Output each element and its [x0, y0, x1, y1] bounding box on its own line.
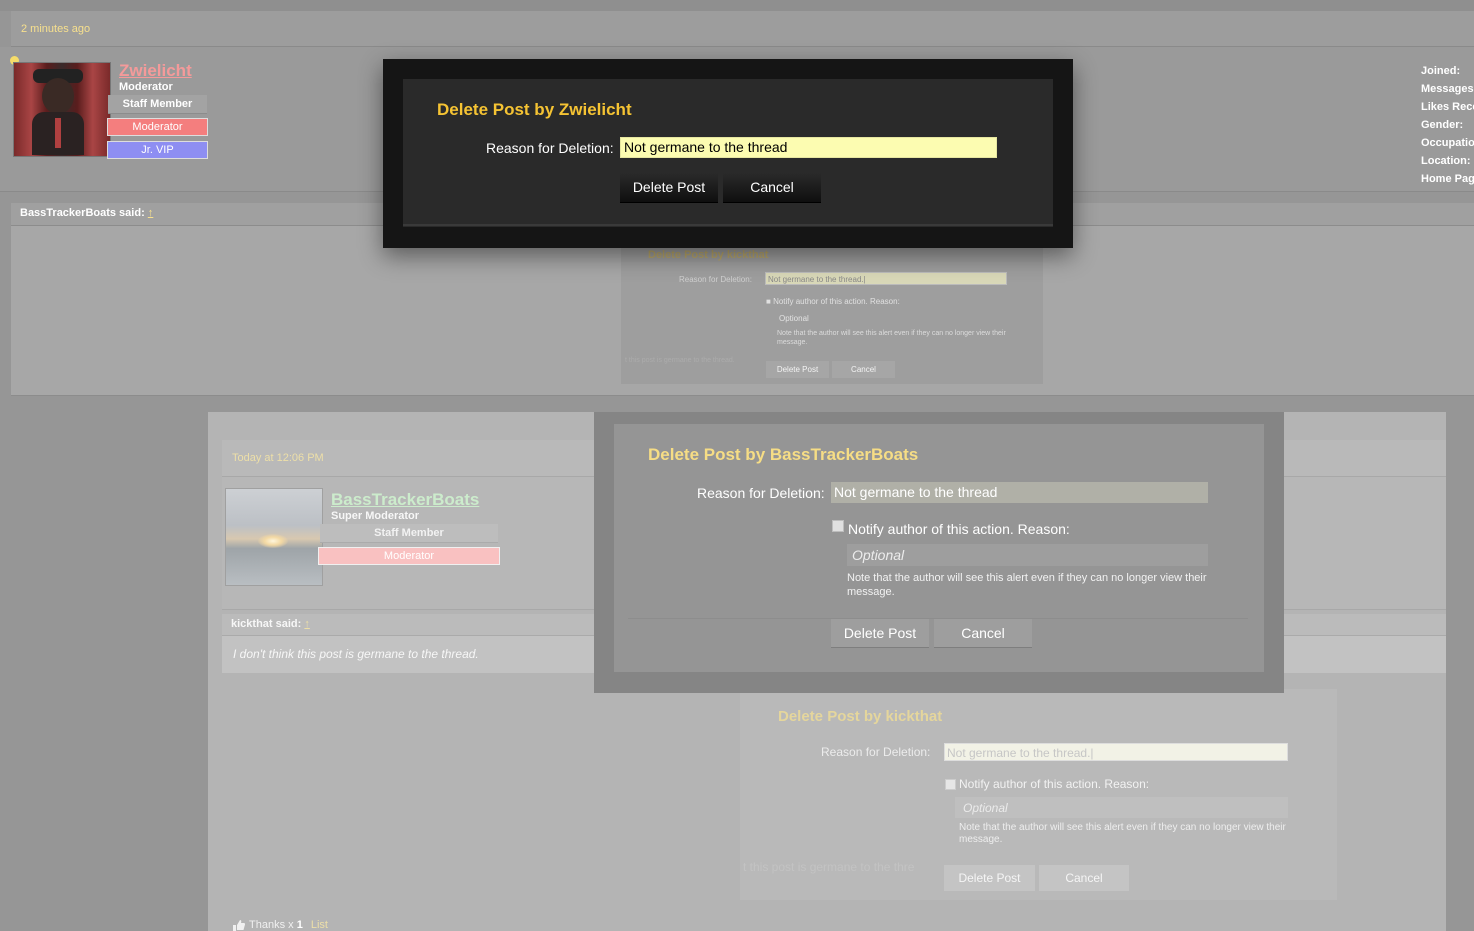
username-link[interactable]: Zwielicht	[119, 61, 192, 81]
ghost-delete-button: Delete Post	[944, 865, 1035, 891]
thanks-list-link[interactable]: List	[311, 919, 328, 931]
info-homepage-label: Home Pag	[1421, 173, 1474, 185]
quote-author: kickthat said: ↑	[231, 618, 310, 630]
quote-text: I don't think this post is germane to th…	[233, 647, 479, 661]
avatar-tie	[55, 118, 61, 148]
ghost-notify-checkbox	[945, 779, 956, 790]
ghost-notify-text: Notify author of this action. Reason:	[773, 297, 900, 306]
info-occupation-label: Occupation	[1421, 137, 1474, 149]
ghost-dialog-title: Delete Post by kickthat	[778, 708, 943, 725]
ghost-notify-label: ■ Notify author of this action. Reason:	[766, 297, 900, 306]
notify-author-label: Notify author of this action. Reason:	[848, 521, 1070, 537]
top-strip	[0, 0, 1474, 11]
quote-author-text: kickthat said:	[231, 618, 302, 630]
delete-post-button[interactable]: Delete Post	[831, 619, 929, 648]
ghost-cancel-button: Cancel	[832, 361, 895, 378]
user-title: Moderator	[119, 81, 173, 93]
quote-jump-link[interactable]: ↑	[304, 618, 310, 630]
ghost-reason-label: Reason for Deletion:	[679, 275, 752, 284]
info-messages-label: Messages:	[1421, 83, 1474, 95]
notify-reason-placeholder: Optional	[852, 547, 905, 563]
ghost-dialog-title: Delete Post by kickthat	[648, 249, 769, 261]
reason-input[interactable]: Not germane to the thread	[831, 482, 1208, 503]
info-gender-label: Gender:	[1421, 119, 1464, 131]
ghost-optional-placeholder: Optional	[963, 801, 1008, 815]
dialog-title: Delete Post by Zwielicht	[437, 100, 632, 119]
cancel-button[interactable]: Cancel	[934, 619, 1032, 648]
notify-note: Note that the author will see this alert…	[847, 572, 1207, 598]
reason-input[interactable]: Not germane to the thread	[620, 137, 997, 158]
ghost-cancel-button: Cancel	[1039, 865, 1129, 891]
ghost-notify-label: Notify author of this action. Reason:	[959, 777, 1150, 791]
info-location-label: Location:	[1421, 155, 1471, 167]
ghost-reason-input: Not germane to the thread.|	[944, 743, 1288, 761]
ghost-reason-input: Not germane to the thread.|	[765, 272, 1007, 285]
moderator-badge: Moderator	[107, 118, 208, 136]
username-link[interactable]: BassTrackerBoats	[331, 490, 479, 510]
staff-banner: Staff Member	[320, 524, 498, 543]
post-header	[11, 11, 1474, 47]
post-timestamp[interactable]: Today at 12:06 PM	[232, 452, 324, 464]
avatar-sun	[258, 534, 288, 548]
ghost-reason-label: Reason for Deletion:	[821, 745, 931, 759]
reason-label: Reason for Deletion:	[697, 485, 825, 501]
user-title: Super Moderator	[331, 510, 420, 522]
avatar-head	[42, 78, 74, 114]
delete-post-button[interactable]: Delete Post	[620, 173, 718, 203]
moderator-badge: Moderator	[318, 547, 500, 565]
notify-author-checkbox[interactable]	[832, 520, 844, 532]
ghost-faint-text: t this post is germane to the thre	[743, 860, 915, 874]
dialog-title: Delete Post by BassTrackerBoats	[648, 445, 919, 464]
post-timestamp[interactable]: 2 minutes ago	[21, 23, 90, 35]
quote-author-text: BassTrackerBoats said:	[20, 207, 145, 219]
ghost-note: Note that the author will see this alert…	[777, 330, 1006, 346]
dialog-divider	[403, 224, 1053, 226]
ghost-delete-button: Delete Post	[766, 361, 829, 378]
thanks-summary: Thanks x 1 List	[231, 919, 328, 931]
vip-badge: Jr. VIP	[107, 141, 208, 159]
ghost-optional-placeholder: Optional	[779, 314, 809, 323]
cancel-button[interactable]: Cancel	[723, 173, 821, 203]
thanks-count: 1	[296, 919, 303, 931]
quote-author: BassTrackerBoats said: ↑	[20, 207, 153, 219]
staff-banner: Staff Member	[108, 95, 207, 114]
info-likes-label: Likes Rece	[1421, 101, 1474, 113]
ghost-faint-text: t this post is germane to the thread.	[625, 357, 735, 364]
info-joined-label: Joined:	[1421, 65, 1461, 77]
thanks-prefix: Thanks x	[249, 919, 294, 931]
reason-label: Reason for Deletion:	[486, 140, 614, 156]
quote-jump-link[interactable]: ↑	[148, 207, 154, 219]
ghost-note: Note that the author will see this alert…	[959, 822, 1286, 845]
